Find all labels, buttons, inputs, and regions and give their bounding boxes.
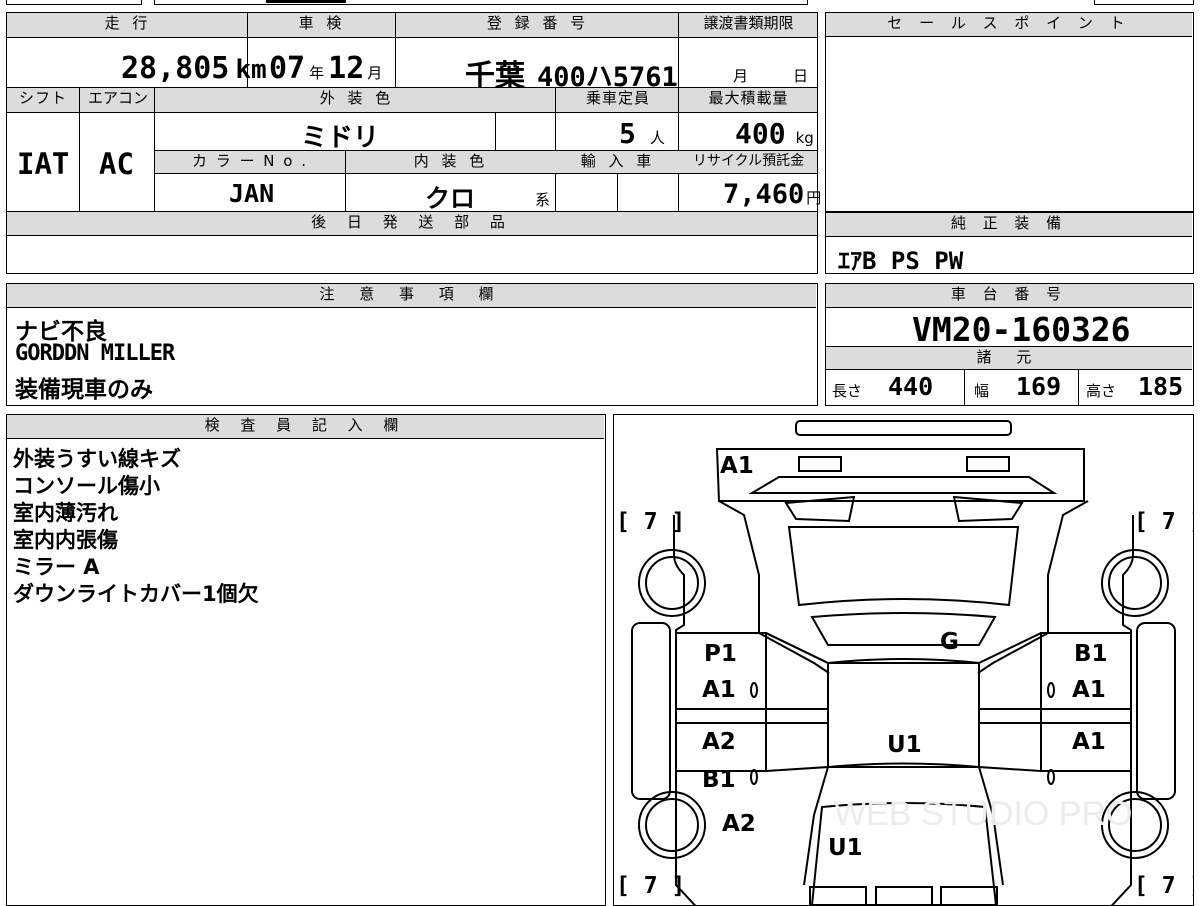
- interior-color-header: 内 装 色: [347, 151, 555, 173]
- specs-header: 諸 元: [826, 347, 1192, 369]
- color-no-header: カ ラ ー N o .: [155, 151, 345, 173]
- aircon-header: エアコン: [81, 88, 155, 112]
- inspector-line-1: 外装うすい線キズ: [13, 447, 181, 471]
- later-parts-header: 後 日 発 送 部 品: [7, 212, 817, 235]
- deadline-month-unit: 月: [733, 67, 749, 85]
- capacity-value: 5人: [619, 117, 665, 150]
- genuine-equipment-value: ｴｱB PS PW: [838, 247, 964, 275]
- mark-rear: U1: [828, 835, 863, 861]
- inspector-line-4: 室内内張傷: [13, 528, 118, 552]
- vehicle-info-table: 走 行 車 検 登 録 番 号 譲渡書類期限 28,805 km 07 年 12 月 千…: [6, 12, 822, 274]
- length-value: 440: [888, 372, 934, 401]
- watermark: WEB STUDIO PRO: [834, 795, 1133, 833]
- inspector-box: 検 査 員 記 入 欄 外装うすい線キズ コンソール傷小 室内薄汚れ 室内内張傷…: [6, 414, 606, 906]
- interior-color-suffix: 系: [535, 191, 551, 209]
- sales-points-box: セ ー ル ス ポ イ ン ト: [825, 12, 1194, 212]
- mark-left-rear-door-1: A2: [702, 729, 736, 755]
- tire-mark-front-right: [ 7 ]: [1134, 509, 1193, 535]
- car-diagram-box: WEB STUDIO PRO [ 7 ] [ 7 ] [ 7 ] [ 7 ] A…: [613, 414, 1194, 906]
- chassis-value: VM20-160326: [912, 310, 1131, 349]
- notes-line-3: 装備現車のみ: [15, 377, 153, 403]
- max-load-header: 最大積載量: [680, 88, 817, 112]
- recycle-value: 7,460 円: [723, 179, 822, 210]
- inspector-header: 検 査 員 記 入 欄: [7, 415, 604, 439]
- shift-value: IAT: [17, 147, 70, 181]
- mileage-value: 28,805 km: [121, 51, 267, 86]
- notes-line-2: GORDDN MILLER: [15, 341, 175, 366]
- mark-right-front-door-1: B1: [1074, 641, 1108, 667]
- genuine-equipment-box: 純 正 装 備 ｴｱB PS PW: [825, 212, 1194, 275]
- height-value: 185: [1138, 372, 1184, 401]
- width-value: 169: [1016, 372, 1062, 401]
- width-label: 幅: [974, 382, 990, 400]
- registration-header: 登 録 番 号: [397, 13, 679, 37]
- inspector-line-6: ダウンライトカバー1個欠: [13, 582, 259, 606]
- shift-header: シフト: [7, 88, 79, 112]
- mark-left-front-door-2: A1: [702, 677, 736, 703]
- height-label: 高さ: [1086, 382, 1117, 400]
- inspection-header: 車 検: [249, 13, 395, 37]
- interior-color-value: クロ: [425, 184, 476, 213]
- tire-mark-front-left: [ 7 ]: [616, 509, 686, 535]
- mark-right-rear-door: A1: [1072, 729, 1106, 755]
- chassis-box: 車 台 番 号 VM20-160326 諸 元 長さ 440 幅 169 高さ …: [825, 283, 1194, 406]
- max-load-value: 400 kg: [735, 117, 814, 150]
- inspector-line-3: 室内薄汚れ: [13, 501, 118, 525]
- mileage-header: 走 行: [7, 13, 249, 37]
- inspector-line-2: コンソール傷小: [13, 474, 160, 498]
- inspector-line-5: ミラー A: [13, 555, 100, 579]
- exterior-color-value: ミドリ: [301, 123, 380, 153]
- import-header: 輸 入 車: [557, 151, 679, 173]
- sales-points-header: セ ー ル ス ポ イ ン ト: [826, 13, 1192, 37]
- tire-mark-rear-right: [ 7 ]: [1134, 873, 1193, 899]
- genuine-equipment-header: 純 正 装 備: [826, 213, 1192, 237]
- inspection-value: 07 年 12 月: [269, 51, 383, 86]
- mark-front: A1: [720, 453, 754, 479]
- notes-box: 注 意 事 項 欄 ナビ不良 GORDDN MILLER 装備現車のみ: [6, 283, 818, 406]
- mileage-unit: km: [235, 55, 267, 85]
- transfer-deadline-header: 譲渡書類期限: [680, 13, 817, 37]
- mark-right-front-door-2: A1: [1072, 677, 1106, 703]
- exterior-color-header: 外 装 色: [157, 88, 557, 112]
- color-no-value: JAN: [229, 179, 275, 208]
- recycle-header: リサイクル預託金: [680, 151, 817, 173]
- top-cut-row: [6, 0, 1194, 6]
- aircon-value: AC: [99, 147, 134, 181]
- chassis-header: 車 台 番 号: [826, 284, 1192, 308]
- notes-header: 注 意 事 項 欄: [7, 284, 816, 308]
- capacity-header: 乗車定員: [557, 88, 679, 112]
- mark-left-rear-door-2: B1: [702, 767, 736, 793]
- mark-windshield: G: [940, 629, 959, 655]
- mark-left-rear-fender: A2: [722, 811, 756, 837]
- mark-interior: U1: [887, 732, 922, 758]
- length-label: 長さ: [832, 382, 863, 400]
- tire-mark-rear-left: [ 7 ]: [616, 873, 686, 899]
- mark-left-front-door-1: P1: [704, 641, 737, 667]
- deadline-day-unit: 日: [793, 67, 809, 85]
